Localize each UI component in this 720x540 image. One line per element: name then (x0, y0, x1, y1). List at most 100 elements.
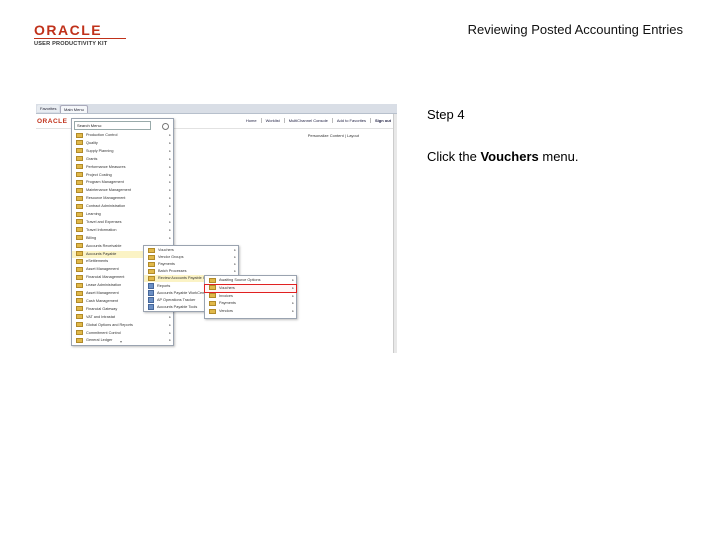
review-menu-item[interactable]: Invoices ▸ (205, 293, 296, 300)
link-sign-out[interactable]: Sign out (370, 118, 395, 123)
chevron-right-icon: ▸ (292, 278, 294, 282)
folder-icon (76, 140, 83, 146)
ap-menu-item[interactable]: Vendor Groups ▸ (144, 254, 238, 261)
main-menu-item[interactable]: Learning ▸ (72, 211, 173, 218)
folder-icon (148, 247, 155, 253)
link-worklist[interactable]: Worklist (260, 118, 284, 123)
main-menu-item[interactable]: Maintenance Management ▸ (72, 187, 173, 194)
folder-icon (76, 337, 83, 343)
review-menu-item-label: Vendors (219, 309, 233, 314)
ap-menu-item[interactable]: Payments ▸ (144, 261, 238, 268)
main-menu-item[interactable]: Supply Planning ▸ (72, 148, 173, 155)
ap-menu-item-label: Payments (158, 262, 175, 267)
folder-icon (209, 285, 216, 291)
main-menu-item[interactable]: Billing ▸ (72, 235, 173, 242)
chevron-right-icon: ▸ (169, 330, 171, 335)
folder-icon (148, 254, 155, 260)
step-number: Step 4 (427, 107, 465, 122)
main-menu-item-label: Project Costing (86, 172, 112, 177)
main-menu-item-label: Billing (86, 235, 97, 240)
main-menu-item-label: Learning (86, 212, 101, 216)
main-menu-item[interactable]: Production Control ▸ (72, 132, 173, 139)
chevron-right-icon: ▸ (169, 188, 171, 193)
chevron-right-icon: ▸ (169, 219, 171, 224)
folder-icon (76, 227, 83, 233)
chevron-right-icon: ▸ (169, 212, 171, 216)
folder-icon (209, 277, 216, 283)
chevron-right-icon: ▸ (169, 172, 171, 177)
document-icon (148, 303, 154, 310)
instruction-suffix: menu. (538, 149, 579, 164)
folder-icon (76, 211, 83, 217)
main-menu-item-label: eSettlements (86, 259, 109, 264)
folder-icon (76, 330, 83, 335)
main-menu-item-label: Contract Administration (86, 204, 126, 209)
chevron-right-icon: ▸ (169, 133, 171, 137)
main-menu-item[interactable]: Travel Information ▸ (72, 227, 173, 234)
main-menu-item-label: Travel Information (86, 227, 117, 232)
folder-icon (76, 322, 83, 328)
scroll-down-icon[interactable]: ▾ (120, 339, 122, 344)
main-menu-item[interactable]: Program Management ▸ (72, 179, 173, 186)
main-menu-item-label: Financial Management (86, 275, 125, 280)
link-home[interactable]: Home (242, 118, 261, 123)
main-menu-item[interactable]: Contract Administration ▸ (72, 203, 173, 210)
document-icon (148, 282, 154, 289)
review-menu-item[interactable]: Awaiting Source Options ▸ (205, 277, 296, 284)
ap-menu-item-label: Vouchers (158, 248, 174, 252)
folder-icon (209, 300, 216, 306)
page-scrollbar[interactable] (393, 114, 397, 353)
link-add-favorites[interactable]: Add to Favorites (331, 118, 370, 123)
review-ap-info-submenu: Awaiting Source Options ▸ Vouchers ▸ Invoice… (204, 275, 297, 319)
main-menu-item-label: Travel and Expenses (86, 219, 122, 224)
main-menu-item[interactable]: Global Options and Reports ▸ (72, 322, 173, 329)
main-menu-item[interactable]: Commitment Control ▸ (72, 330, 173, 337)
search-menu-input[interactable]: Search Menu: (74, 121, 151, 130)
review-menu-item-label: Payments (219, 301, 236, 306)
main-menu-item[interactable]: Project Costing ▸ (72, 172, 173, 179)
folder-icon (76, 243, 83, 249)
main-menu-item[interactable]: Resource Management ▸ (72, 195, 173, 202)
personalize-links[interactable]: Personalize Content | Layout (308, 133, 359, 138)
chevron-right-icon: ▸ (292, 301, 294, 306)
chevron-right-icon: ▸ (234, 255, 236, 260)
folder-icon (76, 314, 83, 320)
folder-icon (209, 308, 216, 314)
main-menu-item[interactable]: Grants ▸ (72, 156, 173, 163)
main-menu-item[interactable]: Travel and Expenses ▸ (72, 219, 173, 226)
main-menu-item[interactable]: Quality ▸ (72, 140, 173, 147)
chevron-right-icon: ▸ (169, 196, 171, 201)
main-menu-item[interactable]: General Ledger ▸ (72, 337, 173, 344)
tab-favorites[interactable]: Favorites (37, 105, 60, 112)
chevron-right-icon: ▸ (169, 235, 171, 240)
folder-icon (76, 298, 83, 304)
folder-icon (209, 293, 216, 299)
tab-main-menu[interactable]: Main Menu (60, 105, 88, 113)
main-menu-item-label: Program Management (86, 180, 124, 185)
chevron-right-icon: ▸ (169, 148, 171, 153)
menu-tab-bar: Favorites Main Menu (36, 104, 397, 114)
main-menu-item[interactable]: VAT and Intrastat ▸ (72, 314, 173, 321)
logo-subtitle: USER PRODUCTIVITY KIT (34, 41, 108, 47)
review-menu-item[interactable]: Vendors ▸ (205, 308, 296, 315)
instruction-target: Vouchers (480, 149, 539, 164)
search-icon[interactable] (162, 123, 169, 130)
document-icon (148, 289, 154, 296)
folder-icon (76, 274, 83, 280)
review-menu-item-label: Vouchers (219, 285, 235, 290)
main-menu-item-label: Accounts Receivable (86, 243, 122, 248)
main-menu-item-label: Resource Management (86, 196, 126, 201)
main-menu-item[interactable]: Performance Measures ▸ (72, 164, 173, 171)
ap-menu-item-label: Accounts Payable Tools (157, 304, 198, 309)
chevron-right-icon: ▸ (292, 285, 294, 290)
link-multichannel[interactable]: MultiChannel Console (283, 118, 332, 123)
ap-menu-item[interactable]: Vouchers ▸ (144, 247, 238, 254)
review-menu-item-label: Invoices (219, 293, 233, 298)
review-menu-item[interactable]: Vouchers ▸ (204, 283, 297, 293)
folder-icon (76, 179, 83, 185)
folder-icon (76, 156, 83, 162)
header-links: Home Worklist MultiChannel Console Add to F… (242, 118, 395, 123)
logo-wordmark: ORACLE (34, 23, 126, 39)
chevron-right-icon: ▸ (169, 140, 171, 145)
review-menu-item[interactable]: Payments ▸ (205, 300, 296, 307)
